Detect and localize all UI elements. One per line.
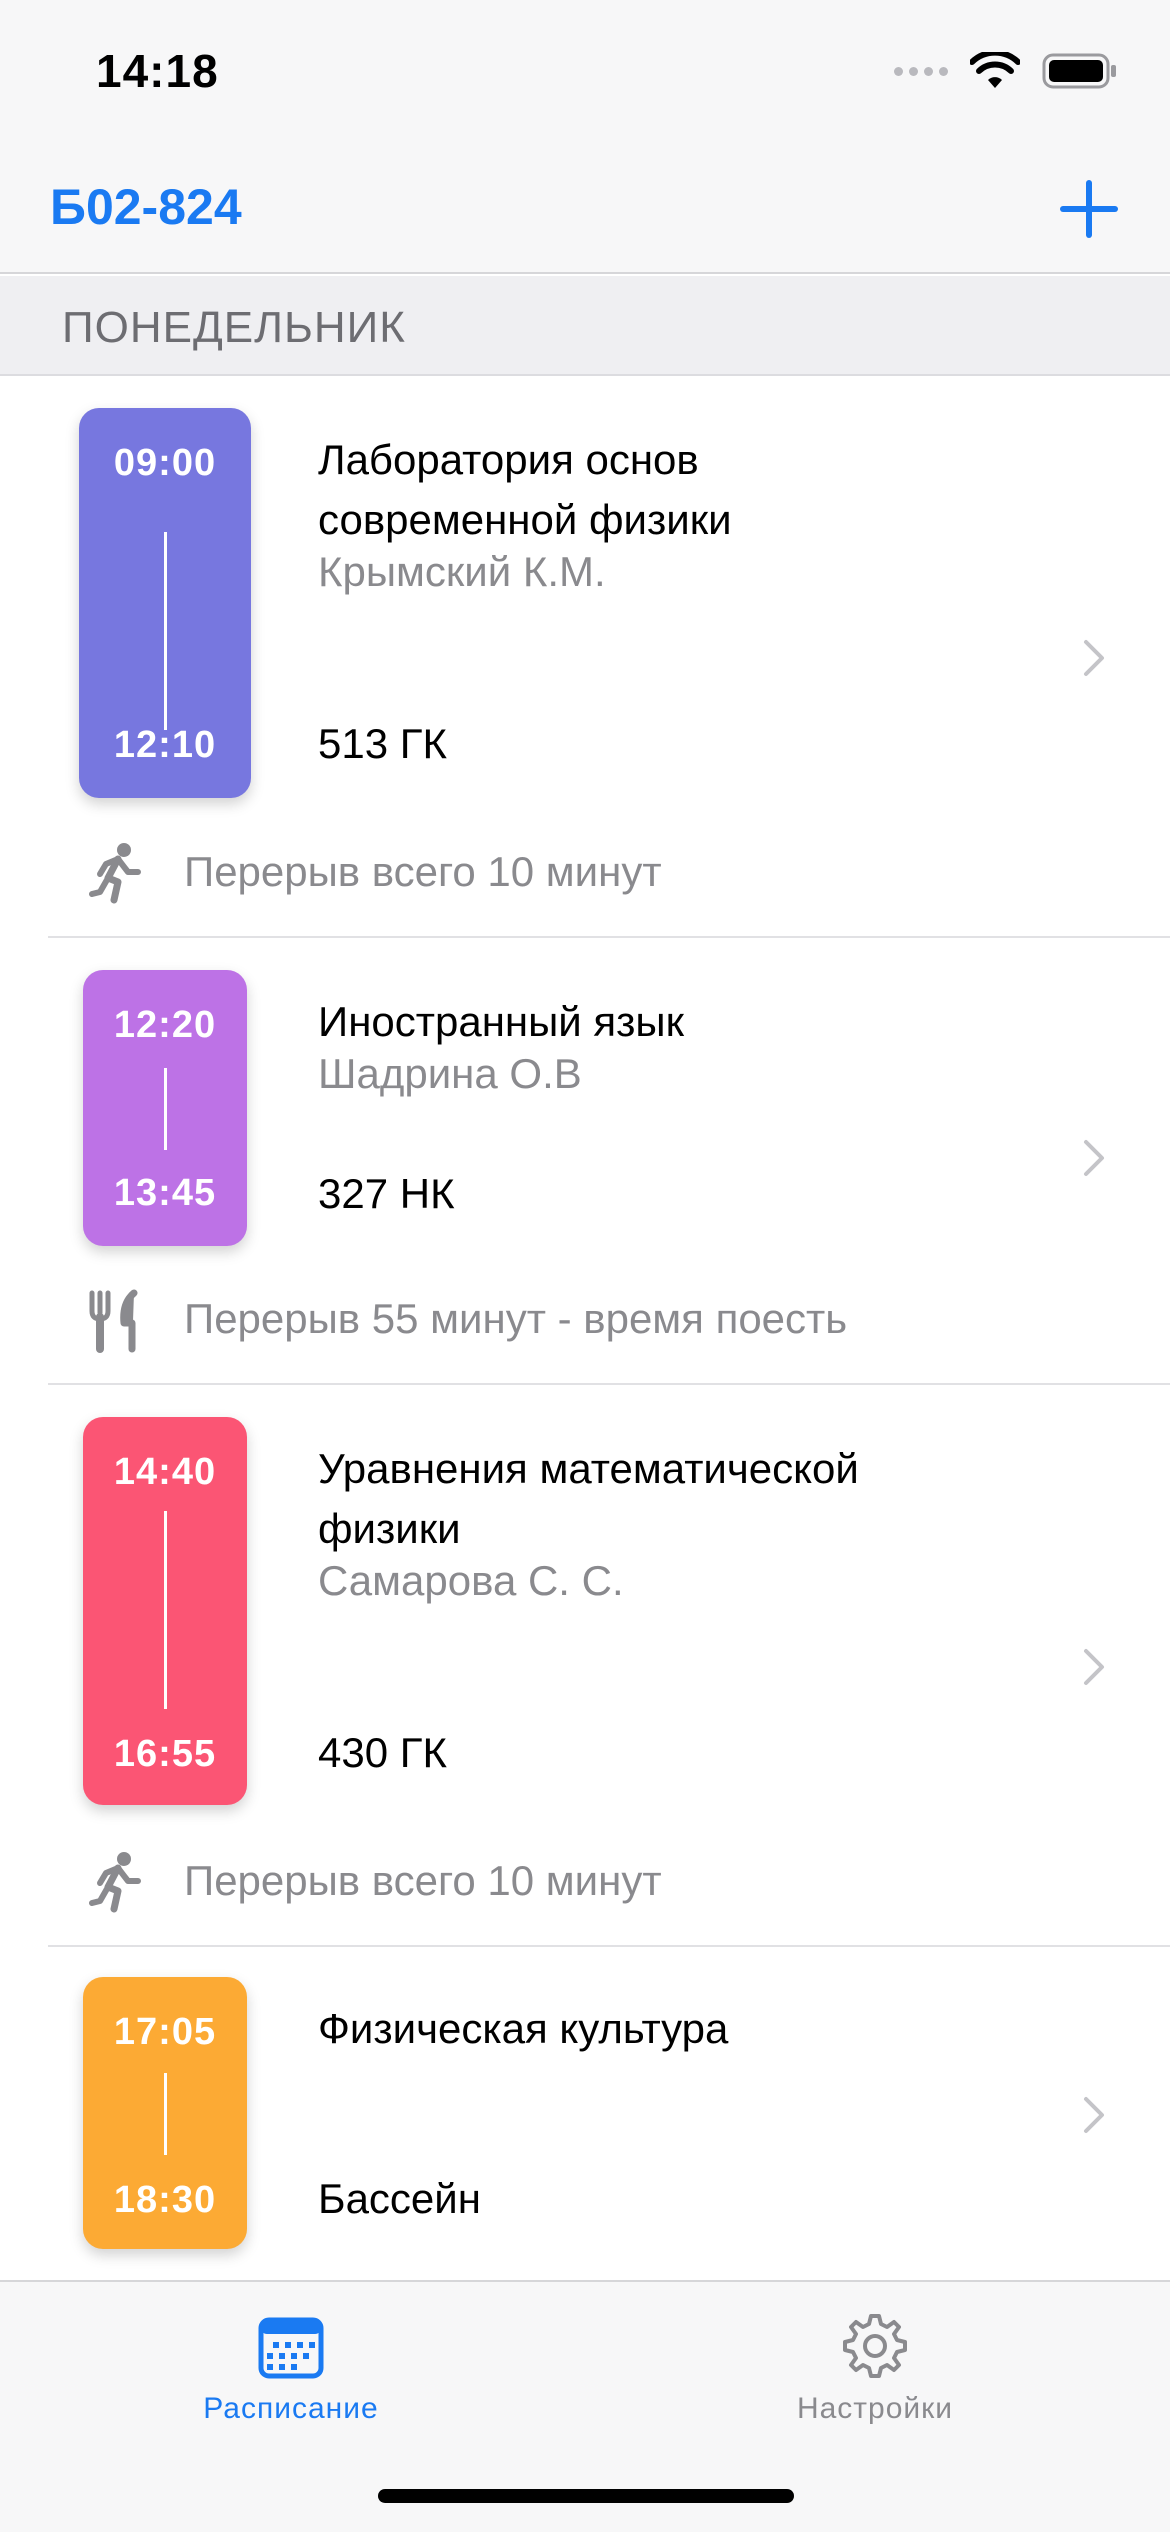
break-row: Перерыв всего 10 минут [0, 1835, 1170, 1925]
end-time: 18:30 [113, 2179, 217, 2221]
plus-icon[interactable] [1060, 180, 1118, 238]
tab-settings[interactable]: Настройки [725, 2312, 1025, 2426]
leson-title: Иностранный язык [318, 998, 684, 1045]
start-time: 17:05 [113, 2011, 217, 2053]
time-divider [164, 1511, 167, 1709]
time-divider [164, 532, 167, 730]
start-time: 12:20 [113, 1004, 217, 1046]
lesson-title: Уравнения математической физики [318, 1445, 859, 1552]
status-icons [894, 52, 1118, 90]
status-bar: 14:18 [0, 0, 1170, 140]
break-row: Перерыв всего 10 минут [0, 826, 1170, 916]
day-section-header: ПОНЕДЕЛЬНИК [0, 276, 1170, 376]
end-time: 16:55 [113, 1733, 217, 1775]
end-time: 12:10 [113, 724, 217, 766]
time-block: 12:20 13:45 [83, 970, 247, 1246]
wifi-icon [970, 52, 1020, 88]
home-indicator [378, 2489, 794, 2503]
lesson-room: 327 НК [318, 1170, 455, 1217]
group-title[interactable]: Б02-824 [50, 178, 242, 236]
start-time: 09:00 [113, 442, 217, 484]
lesson-row[interactable]: 09:00 12:10 Лаборатория основ современно… [0, 376, 1170, 812]
lesson-title: Лаборатория основ современной физики [318, 436, 732, 543]
lesson-row[interactable]: 17:05 18:30 Физическая культура Бассейн [0, 1947, 1170, 2277]
lesson-teacher: Крымский К.М. [318, 548, 606, 595]
tab-label: Настройки [796, 2392, 954, 2425]
break-row: Перерыв 55 минут - время поесть [0, 1273, 1170, 1363]
calendar-icon [258, 2317, 324, 2379]
time-block: 09:00 12:10 [79, 408, 251, 798]
signal-icon [894, 66, 948, 76]
chevron-right-icon [1084, 2097, 1104, 2133]
break-text: Перерыв 55 минут - время поесть [184, 1295, 848, 1342]
lesson-row[interactable]: 14:40 16:55 Уравнения математической физ… [0, 1385, 1170, 1821]
running-person-icon [89, 1852, 141, 1913]
break-text: Перерыв всего 10 минут [184, 1857, 662, 1904]
battery-icon [1042, 53, 1116, 89]
time-block: 17:05 18:30 [83, 1977, 247, 2249]
fork-knife-icon [89, 1289, 138, 1353]
time-divider [164, 2073, 167, 2155]
lesson-title: Физическая культура [318, 2005, 729, 2052]
tab-label: Расписание [203, 2392, 379, 2425]
day-title: ПОНЕДЕЛЬНИК [62, 303, 406, 352]
end-time: 13:45 [113, 1172, 217, 1214]
lesson-teacher: Шадрина О.В [318, 1050, 582, 1097]
chevron-right-icon [1084, 1140, 1104, 1176]
start-time: 14:40 [113, 1451, 217, 1493]
running-person-icon [89, 843, 141, 904]
lesson-room: Бассейн [318, 2175, 481, 2222]
time-divider [164, 1068, 167, 1150]
chevron-right-icon [1084, 640, 1104, 676]
chevron-right-icon [1084, 1649, 1104, 1685]
lesson-room: 430 ГК [318, 1729, 447, 1776]
lesson-teacher: Самарова С. С. [318, 1557, 624, 1604]
navigation-bar: Б02-824 [0, 140, 1170, 274]
break-text: Перерыв всего 10 минут [184, 848, 662, 895]
lesson-row[interactable]: 12:20 13:45 Иностранный язык Шадрина О.В… [0, 938, 1170, 1252]
status-time: 14:18 [96, 45, 219, 97]
gear-icon [843, 2314, 907, 2378]
tab-schedule[interactable]: Расписание [141, 2312, 441, 2426]
time-block: 14:40 16:55 [83, 1417, 247, 1805]
lesson-room: 513 ГК [318, 720, 447, 767]
